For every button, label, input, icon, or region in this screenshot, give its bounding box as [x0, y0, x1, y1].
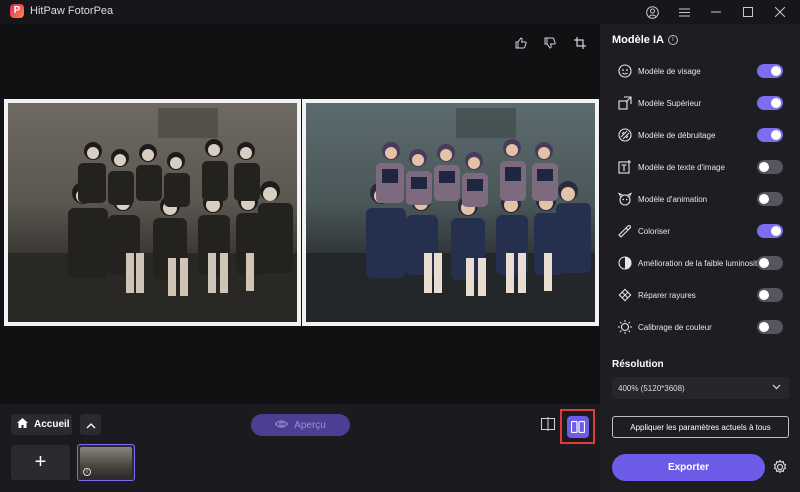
model-row-denoise[interactable]: Modèle de débruitage	[600, 125, 800, 145]
toggle-knob	[771, 98, 781, 108]
home-icon	[17, 418, 28, 431]
add-image-button[interactable]: +	[11, 445, 70, 480]
toggle-knob	[771, 130, 781, 140]
collapse-button[interactable]	[80, 414, 101, 435]
low-light-toggle[interactable]	[757, 256, 783, 270]
model-row-text-image[interactable]: Modèle de texte d'image	[600, 157, 800, 177]
colorize-toggle[interactable]	[757, 224, 783, 238]
resolution-value: 400% (5120*3608)	[618, 383, 685, 393]
title-bar: P HitPaw FotorPea	[0, 0, 800, 24]
model-label: Calibrage de couleur	[638, 322, 712, 332]
model-row-animation[interactable]: Modèle d'animation	[600, 189, 800, 209]
thumbs-up-icon[interactable]	[515, 36, 531, 52]
gear-icon[interactable]	[772, 459, 790, 477]
model-row-scratch[interactable]: Réparer rayures	[600, 285, 800, 305]
model-label: Coloriser	[638, 226, 671, 236]
side-by-side-button[interactable]	[560, 409, 595, 444]
color-calibration-icon	[618, 320, 632, 334]
eye-icon	[274, 420, 289, 431]
upscale-icon	[618, 96, 632, 110]
model-label: Modèle d'animation	[638, 194, 708, 204]
original-photo	[4, 99, 301, 326]
info-icon[interactable]: i	[667, 35, 678, 45]
image-thumbnail[interactable]: i	[77, 444, 135, 481]
maximize-icon[interactable]	[732, 0, 764, 24]
apply-all-button[interactable]: Appliquer les paramètres actuels à tous	[612, 416, 789, 438]
text-image-model-toggle[interactable]	[757, 160, 783, 174]
face-model-toggle[interactable]	[757, 64, 783, 78]
resolution-title: Résolution	[612, 359, 664, 370]
canvas-area: + −	[0, 24, 600, 404]
toggle-knob	[759, 194, 769, 204]
denoise-model-toggle[interactable]	[757, 128, 783, 142]
user-icon[interactable]	[636, 0, 668, 24]
model-label: Modèle de texte d'image	[638, 162, 725, 172]
thumbnail-image: i	[80, 447, 132, 478]
model-label: Modèle de débruitage	[638, 130, 716, 140]
panel-title-text: Modèle IA	[612, 34, 664, 46]
scratch-repair-icon	[618, 288, 632, 302]
side-by-side-icon	[566, 415, 589, 438]
chevron-up-icon	[86, 416, 96, 434]
model-label: Amélioration de la faible luminosité	[638, 258, 758, 268]
denoise-icon	[618, 128, 632, 142]
model-label: Réparer rayures	[638, 290, 696, 300]
color-calibration-toggle[interactable]	[757, 320, 783, 334]
thumbs-down-icon[interactable]	[544, 36, 560, 52]
animation-icon	[617, 192, 633, 206]
panel-title: Modèle IA i	[612, 34, 678, 46]
low-light-icon	[618, 256, 632, 270]
animation-model-toggle[interactable]	[757, 192, 783, 206]
close-icon[interactable]	[764, 0, 796, 24]
home-button[interactable]: Accueil	[11, 414, 72, 435]
model-row-colorize[interactable]: Coloriser	[600, 221, 800, 241]
menu-icon[interactable]	[668, 0, 700, 24]
toggle-knob	[771, 226, 781, 236]
app-logo: P	[10, 4, 24, 18]
toggle-knob	[759, 290, 769, 300]
face-icon	[618, 64, 632, 78]
toggle-knob	[759, 162, 769, 172]
model-row-upscale[interactable]: Modèle Supérieur	[600, 93, 800, 113]
model-row-calibration[interactable]: Calibrage de couleur	[600, 317, 800, 337]
enhanced-photo	[302, 99, 599, 326]
export-button[interactable]: Exporter	[612, 454, 765, 481]
model-row-face[interactable]: Modèle de visage	[600, 61, 800, 81]
upscale-model-toggle[interactable]	[757, 96, 783, 110]
text-image-icon	[618, 160, 632, 174]
model-row-low-light[interactable]: Amélioration de la faible luminosité	[600, 253, 800, 273]
crop-icon[interactable]	[574, 36, 590, 52]
model-label: Modèle de visage	[638, 66, 701, 76]
home-label: Accueil	[34, 419, 70, 430]
toggle-knob	[771, 66, 781, 76]
toggle-knob	[759, 258, 769, 268]
model-label: Modèle Supérieur	[638, 98, 702, 108]
resolution-select[interactable]: 400% (5120*3608)	[612, 377, 789, 399]
app-window: P HitPaw FotorPea + −	[0, 0, 800, 492]
info-icon[interactable]: i	[83, 468, 91, 476]
minimize-icon[interactable]	[700, 0, 732, 24]
preview-label: Aperçu	[294, 419, 326, 431]
preview-button[interactable]: Aperçu	[251, 414, 350, 436]
app-title: HitPaw FotorPea	[30, 5, 114, 17]
colorize-icon	[618, 224, 632, 238]
scratch-repair-toggle[interactable]	[757, 288, 783, 302]
toggle-knob	[759, 322, 769, 332]
chevron-down-icon	[772, 383, 781, 392]
split-view-icon[interactable]	[541, 417, 557, 433]
bottom-bar: Accueil Aperçu + i	[0, 404, 600, 492]
